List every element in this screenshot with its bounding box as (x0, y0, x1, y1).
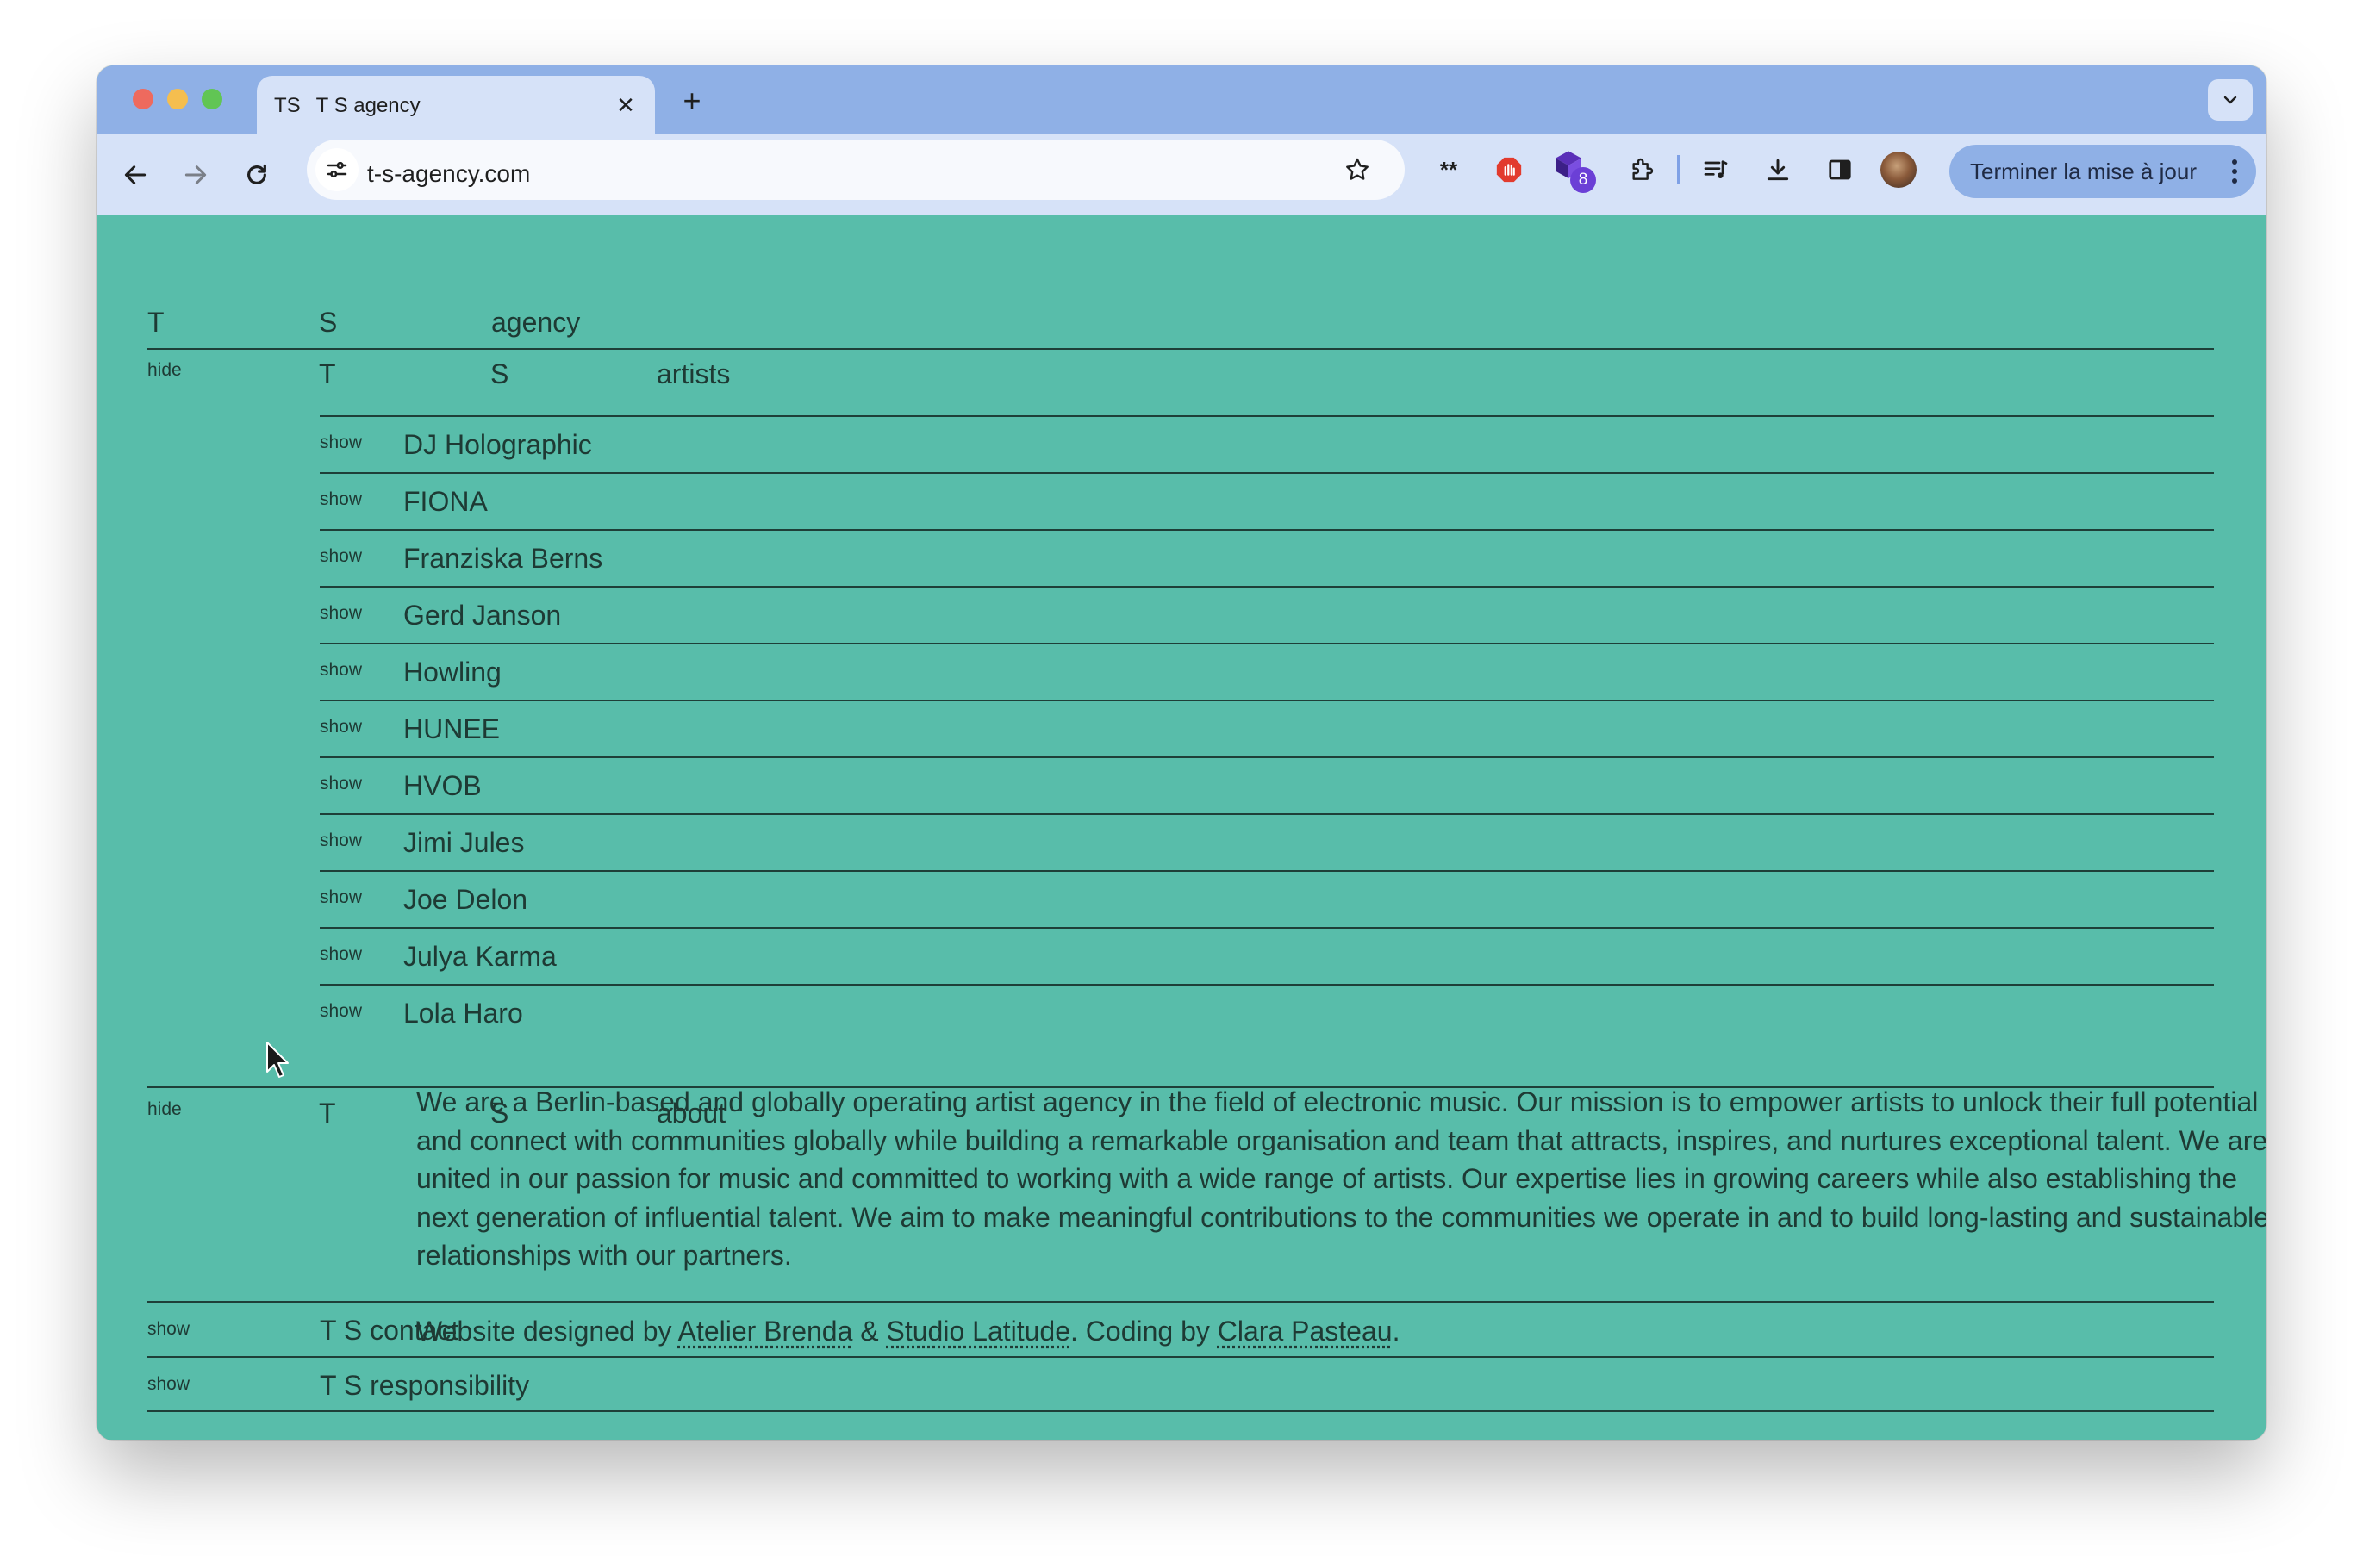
artist-show-toggle[interactable]: show (320, 603, 362, 624)
toolbar-divider (1677, 155, 1680, 184)
artist-show-toggle[interactable]: show (320, 489, 362, 510)
site-settings-icon (327, 161, 347, 178)
artist-show-toggle[interactable]: show (320, 944, 362, 965)
bookmark-button[interactable] (1337, 150, 1377, 190)
responsibility-title[interactable]: T S responsibility (320, 1370, 529, 1402)
artist-name[interactable]: FIONA (403, 486, 488, 518)
new-tab-button[interactable]: + (674, 83, 710, 119)
artist-name[interactable]: Howling (403, 656, 502, 688)
artist-name[interactable]: Jimi Jules (403, 827, 524, 859)
reload-button[interactable] (235, 153, 278, 196)
artists-letter-s: S (490, 358, 509, 389)
minimize-window-button[interactable] (167, 89, 188, 109)
browser-menu-button[interactable] (2223, 155, 2246, 188)
url-text[interactable]: t-s-agency.com (367, 160, 530, 188)
artists-hide-toggle[interactable]: hide (147, 360, 182, 381)
credits-suffix: . (1392, 1316, 1400, 1347)
artist-show-toggle[interactable]: show (320, 887, 362, 908)
divider (320, 870, 2214, 872)
browser-tab[interactable]: TS T S agency ✕ (257, 76, 655, 136)
forward-button[interactable] (174, 153, 217, 196)
update-button-label: Terminer la mise à jour (1970, 159, 2197, 184)
artist-show-toggle[interactable]: show (320, 717, 362, 737)
divider (320, 529, 2214, 531)
side-panel-icon (1829, 159, 1851, 180)
zoom-window-button[interactable] (202, 89, 222, 109)
password-extension-icon[interactable]: ** (1429, 150, 1468, 190)
downloads-button[interactable] (1758, 150, 1798, 190)
artists-letter-t: T (319, 358, 336, 389)
adblock-extension-button[interactable] (1489, 150, 1529, 190)
divider (320, 415, 2214, 417)
artist-show-toggle[interactable]: show (320, 660, 362, 681)
divider (320, 472, 2214, 474)
tab-title: T S agency (315, 94, 421, 117)
divider (147, 1410, 2214, 1412)
artists-section: hide T S artists show DJ Holographic show F… (97, 215, 2266, 1086)
star-icon (1346, 158, 1369, 180)
about-paragraph: We are a Berlin-based and globally opera… (416, 1086, 2266, 1271)
more-vertical-icon (2232, 159, 2237, 184)
artist-name[interactable]: Julya Karma (403, 941, 557, 973)
side-panel-button[interactable] (1820, 150, 1860, 190)
artist-name[interactable]: HVOB (403, 770, 482, 802)
close-tab-icon[interactable]: ✕ (610, 90, 641, 121)
chevron-down-icon (2223, 96, 2237, 104)
back-icon (124, 165, 147, 184)
artist-name[interactable]: Gerd Janson (403, 600, 561, 632)
credits-middle: . Coding by (1070, 1316, 1218, 1347)
download-icon (1767, 159, 1789, 181)
site-info-button[interactable] (315, 148, 359, 191)
artist-name[interactable]: DJ Holographic (403, 429, 592, 461)
artist-show-toggle[interactable]: show (320, 831, 362, 851)
mouse-cursor-icon (266, 1042, 289, 1078)
forward-icon (184, 165, 207, 184)
artist-name[interactable]: HUNEE (403, 713, 500, 745)
credits-line: Website designed by Atelier Brenda & Stu… (416, 1316, 1400, 1347)
divider (147, 1356, 2214, 1358)
tab-search-button[interactable] (2208, 79, 2253, 121)
about-hide-toggle[interactable]: hide (147, 1099, 182, 1120)
divider (320, 927, 2214, 929)
divider (147, 1301, 2214, 1303)
studio-latitude-link[interactable]: Studio Latitude (887, 1316, 1071, 1347)
artists-title: artists (657, 358, 731, 389)
divider (320, 984, 2214, 986)
artist-show-toggle[interactable]: show (320, 1001, 362, 1022)
divider (320, 586, 2214, 588)
extensions-button[interactable] (1622, 150, 1662, 190)
divider (320, 643, 2214, 644)
credits-amp: & (852, 1316, 887, 1347)
media-queue-icon (1704, 160, 1728, 178)
clara-pasteau-link[interactable]: Clara Pasteau (1218, 1316, 1393, 1347)
divider (320, 813, 2214, 815)
artist-show-toggle[interactable]: show (320, 546, 362, 567)
browser-window: TS T S agency ✕ + t-s-agency.com ** 8 Te… (97, 65, 2266, 1440)
profile-avatar[interactable] (1880, 152, 1917, 188)
artist-show-toggle[interactable]: show (320, 432, 362, 453)
divider (320, 700, 2214, 701)
vpn-extension-button[interactable]: 8 (1551, 148, 1599, 196)
puzzle-icon (1632, 158, 1654, 180)
artist-name[interactable]: Joe Delon (403, 884, 527, 916)
artist-name[interactable]: Franziska Berns (403, 543, 602, 575)
artist-show-toggle[interactable]: show (320, 774, 362, 794)
extension-badge: 8 (1570, 167, 1596, 193)
about-letter-t: T (319, 1098, 336, 1129)
responsibility-show-toggle[interactable]: show (147, 1374, 190, 1395)
contact-show-toggle[interactable]: show (147, 1319, 190, 1340)
tab-strip: TS T S agency ✕ + (97, 65, 2266, 136)
media-button[interactable] (1696, 150, 1736, 190)
atelier-brenda-link[interactable]: Atelier Brenda (678, 1316, 853, 1347)
back-button[interactable] (114, 153, 157, 196)
reload-icon (247, 164, 266, 184)
contact-title[interactable]: T S contact (320, 1315, 458, 1347)
artist-name[interactable]: Lola Haro (403, 998, 523, 1030)
stop-hand-icon (1496, 157, 1522, 183)
close-window-button[interactable] (133, 89, 153, 109)
divider (320, 756, 2214, 758)
tab-favicon: TS (274, 94, 301, 117)
